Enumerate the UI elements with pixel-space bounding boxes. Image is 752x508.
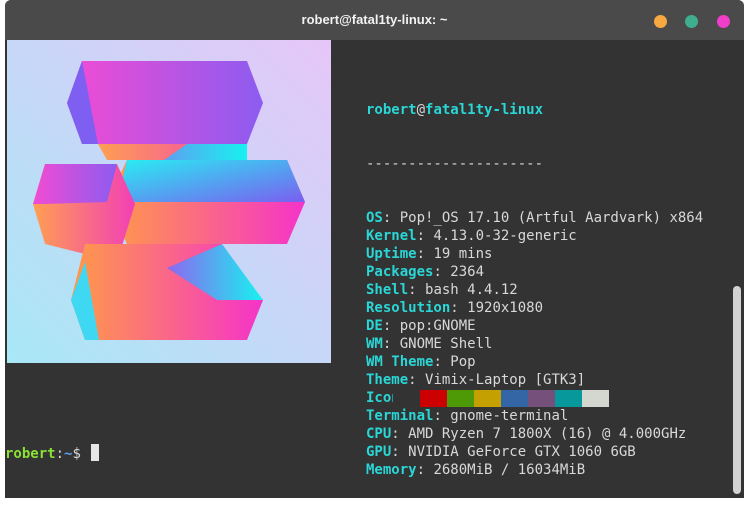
info-colon: : [416,246,434,262]
info-key: Shell [366,282,409,298]
info-key: DE [366,318,383,334]
prompt-colon: : [55,446,65,462]
info-row: Shell: bash 4.4.12 [366,281,703,299]
info-value: NVIDIA GeForce GTX 1060 6GB [408,444,636,460]
host-name: fatal1ty-linux [425,102,544,118]
info-row: Resolution: 1920x1080 [366,299,703,317]
info-value: Vimix-Laptop [GTK3] [425,372,586,388]
info-key: GPU [366,444,392,460]
color-swatch [420,390,447,407]
prompt-symbol: $ [72,446,81,462]
info-rows: OS: Pop!_OS 17.10 (Artful Aardvark) x864… [366,209,703,479]
at-sign: @ [416,102,426,118]
info-key: Memory [366,462,417,478]
color-swatch [474,390,501,407]
info-colon: : [408,282,426,298]
info-row: Memory: 2680MiB / 16034MiB [366,461,703,479]
info-colon: : [433,408,451,424]
info-value: 1920x1080 [467,300,544,316]
info-colon: : [433,264,451,280]
info-key: WM [366,336,383,352]
user-name: robert [366,102,417,118]
title-bar[interactable]: robert@fatal1ty-linux: ~ [5,0,744,40]
info-value: AMD Ryzen 7 1800X (16) @ 4.000GHz [408,426,687,442]
info-value: bash 4.4.12 [425,282,518,298]
info-key: Terminal [366,408,434,424]
info-row: WM Theme: Pop [366,353,703,371]
maximize-button[interactable] [685,15,698,28]
close-button[interactable] [717,15,730,28]
info-value: 2364 [450,264,485,280]
info-row: Terminal: gnome-terminal [366,407,703,425]
info-row: Kernel: 4.13.0-32-generic [366,227,703,245]
window-title: robert@fatal1ty-linux: ~ [301,12,448,27]
info-key: WM Theme [366,354,434,370]
info-value: Pop [450,354,476,370]
info-row: GPU: NVIDIA GeForce GTX 1060 6GB [366,443,703,461]
info-value: 19 mins [433,246,493,262]
info-colon: : [382,210,400,226]
scrollbar-thumb[interactable] [733,286,741,494]
info-row: Uptime: 19 mins [366,245,703,263]
info-colon: : [391,444,409,460]
info-value: gnome-terminal [450,408,569,424]
info-row: Packages: 2364 [366,263,703,281]
info-key: OS [366,210,383,226]
info-value: pop:GNOME [399,318,476,334]
info-key: Resolution [366,300,451,316]
text-cursor [91,444,100,461]
info-value: 2680MiB / 16034MiB [433,462,586,478]
info-key: Kernel [366,228,417,244]
color-swatch [447,390,474,407]
color-palette [393,390,609,407]
info-colon: : [382,336,400,352]
info-colon: : [391,426,409,442]
info-colon: : [416,228,434,244]
info-key: Theme [366,372,409,388]
info-key: CPU [366,426,392,442]
info-value: 4.13.0-32-generic [433,228,577,244]
color-swatch [582,390,609,407]
color-swatch [501,390,528,407]
user-host-line: robert@fatal1ty-linux [366,101,703,119]
info-row: CPU: AMD Ryzen 7 1800X (16) @ 4.000GHz [366,425,703,443]
info-row: DE: pop:GNOME [366,317,703,335]
info-colon: : [416,462,434,478]
info-colon: : [450,300,468,316]
color-swatch [393,390,420,407]
prompt-user: robert [5,446,56,462]
terminal-window: robert@fatal1ty-linux: ~ robert@fatal1ty… [5,0,744,498]
info-colon: : [382,318,400,334]
minimize-button[interactable] [654,15,667,28]
info-row: OS: Pop!_OS 17.10 (Artful Aardvark) x864 [366,209,703,227]
scrollbar[interactable] [733,40,741,498]
color-swatch [528,390,555,407]
info-row: Theme: Vimix-Laptop [GTK3] [366,371,703,389]
info-colon: : [408,372,426,388]
separator-line: --------------------- [366,156,544,172]
neofetch-info: robert@fatal1ty-linux ------------------… [366,65,703,498]
color-swatch [555,390,582,407]
info-key: Uptime [366,246,417,262]
info-colon: : [433,354,451,370]
info-row: WM: GNOME Shell [366,335,703,353]
pop-os-logo [7,40,331,363]
info-value: GNOME Shell [399,336,493,352]
info-key: Packages [366,264,434,280]
terminal-area[interactable]: robert@fatal1ty-linux ------------------… [5,40,744,498]
info-value: Pop!_OS 17.10 (Artful Aardvark) x864 [399,210,704,226]
shell-prompt[interactable]: robert:~$ [5,444,100,463]
